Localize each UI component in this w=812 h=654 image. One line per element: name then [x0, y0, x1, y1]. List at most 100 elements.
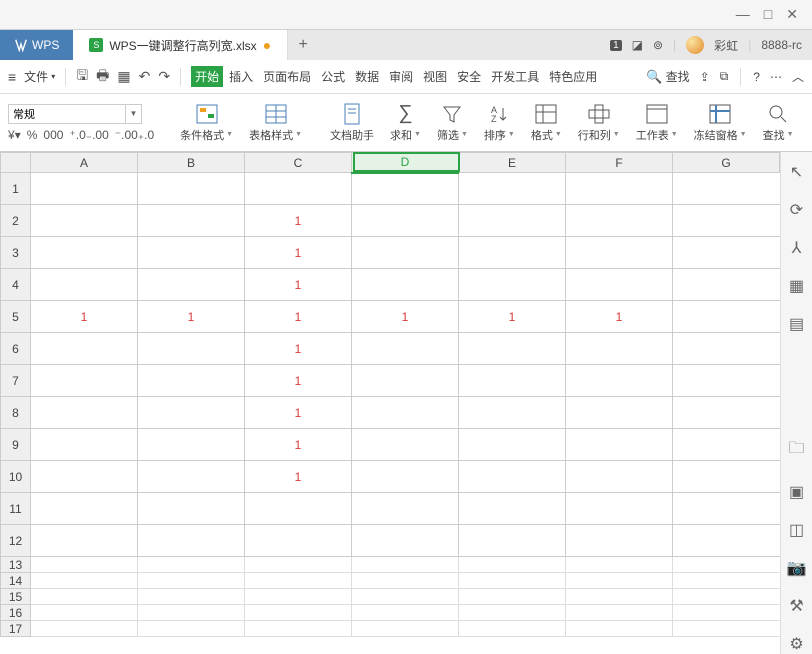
- clipboard-icon[interactable]: ◫: [789, 520, 804, 540]
- cell-F10[interactable]: [566, 461, 673, 493]
- cell-D15[interactable]: [352, 589, 459, 605]
- save-icon[interactable]: 🖫: [76, 65, 88, 89]
- cell-B4[interactable]: [138, 269, 245, 301]
- share-icon[interactable]: ⇪: [700, 70, 710, 84]
- cell-F15[interactable]: [566, 589, 673, 605]
- settings2-icon[interactable]: ⚙: [789, 634, 803, 654]
- settings-icon[interactable]: ⧉: [720, 69, 729, 84]
- cell-F11[interactable]: [566, 493, 673, 525]
- cell-B10[interactable]: [138, 461, 245, 493]
- cell-D13[interactable]: [352, 557, 459, 573]
- col-header-E[interactable]: E: [459, 153, 566, 173]
- cell-C1[interactable]: [245, 173, 352, 205]
- cell-F12[interactable]: [566, 525, 673, 557]
- cell-F13[interactable]: [566, 557, 673, 573]
- tab-security[interactable]: 安全: [453, 66, 485, 87]
- increase-decimal-button[interactable]: ⁺.0₋.00: [69, 128, 108, 142]
- cell-G17[interactable]: [673, 621, 780, 637]
- cell-A2[interactable]: [31, 205, 138, 237]
- cell-A13[interactable]: [31, 557, 138, 573]
- chevron-down-icon[interactable]: ▼: [126, 104, 142, 124]
- cell-G16[interactable]: [673, 605, 780, 621]
- cell-E9[interactable]: [459, 429, 566, 461]
- cell-F1[interactable]: [566, 173, 673, 205]
- col-header-A[interactable]: A: [31, 153, 138, 173]
- more-icon[interactable]: ⋯: [770, 70, 782, 84]
- tab-features[interactable]: 特色应用: [545, 66, 601, 87]
- cell-B17[interactable]: [138, 621, 245, 637]
- cell-A6[interactable]: [31, 333, 138, 365]
- cell-A4[interactable]: [31, 269, 138, 301]
- currency-button[interactable]: ¥▾: [8, 128, 21, 142]
- maximize-button[interactable]: □: [764, 6, 772, 23]
- cell-C3[interactable]: 1: [245, 237, 352, 269]
- tab-review[interactable]: 审阅: [385, 66, 417, 87]
- cell-D12[interactable]: [352, 525, 459, 557]
- table-style-button[interactable]: 表格样式▼: [247, 103, 304, 143]
- percent-button[interactable]: %: [27, 128, 38, 142]
- find-button[interactable]: 查找▼: [761, 103, 796, 143]
- avatar[interactable]: [686, 36, 704, 54]
- cell-G2[interactable]: [673, 205, 780, 237]
- new-tab-button[interactable]: +: [288, 30, 318, 60]
- cell-E13[interactable]: [459, 557, 566, 573]
- cell-G8[interactable]: [673, 397, 780, 429]
- cell-B3[interactable]: [138, 237, 245, 269]
- close-button[interactable]: ✕: [786, 6, 798, 23]
- tab-view[interactable]: 视图: [419, 66, 451, 87]
- cell-A5[interactable]: 1: [31, 301, 138, 333]
- cell-E4[interactable]: [459, 269, 566, 301]
- cell-E11[interactable]: [459, 493, 566, 525]
- cell-A12[interactable]: [31, 525, 138, 557]
- cell-D2[interactable]: [352, 205, 459, 237]
- cell-D8[interactable]: [352, 397, 459, 429]
- wps-home-tab[interactable]: WPS: [0, 30, 73, 60]
- cell-G10[interactable]: [673, 461, 780, 493]
- cell-F3[interactable]: [566, 237, 673, 269]
- cell-A14[interactable]: [31, 573, 138, 589]
- cell-C11[interactable]: [245, 493, 352, 525]
- cell-E14[interactable]: [459, 573, 566, 589]
- cell-E16[interactable]: [459, 605, 566, 621]
- row-header-3[interactable]: 3: [1, 237, 31, 269]
- cell-F7[interactable]: [566, 365, 673, 397]
- cell-B7[interactable]: [138, 365, 245, 397]
- print-icon[interactable]: 🖶: [96, 65, 109, 89]
- cell-B12[interactable]: [138, 525, 245, 557]
- cell-C17[interactable]: [245, 621, 352, 637]
- preview-icon[interactable]: ▦: [117, 68, 130, 85]
- file-menu[interactable]: 文件▾: [24, 68, 55, 85]
- tab-insert[interactable]: 插入: [225, 66, 257, 87]
- minimize-button[interactable]: —: [736, 6, 750, 23]
- cell-F16[interactable]: [566, 605, 673, 621]
- symbol-button[interactable]: ★ 符号: [808, 103, 812, 143]
- cell-D10[interactable]: [352, 461, 459, 493]
- cell-B16[interactable]: [138, 605, 245, 621]
- help-button[interactable]: ?: [753, 70, 760, 84]
- cell-A11[interactable]: [31, 493, 138, 525]
- worksheet-button[interactable]: 工作表▼: [634, 103, 680, 143]
- row-header-17[interactable]: 17: [1, 621, 31, 637]
- cell-D6[interactable]: [352, 333, 459, 365]
- number-format-selector[interactable]: ▼: [8, 104, 154, 124]
- cell-G4[interactable]: [673, 269, 780, 301]
- cloud-icon[interactable]: ⊚: [653, 38, 663, 52]
- cell-G1[interactable]: [673, 173, 780, 205]
- cell-E6[interactable]: [459, 333, 566, 365]
- cell-G12[interactable]: [673, 525, 780, 557]
- cell-G14[interactable]: [673, 573, 780, 589]
- cell-B9[interactable]: [138, 429, 245, 461]
- cell-A3[interactable]: [31, 237, 138, 269]
- cell-D5[interactable]: 1: [352, 301, 459, 333]
- cell-B15[interactable]: [138, 589, 245, 605]
- cell-B8[interactable]: [138, 397, 245, 429]
- cell-G11[interactable]: [673, 493, 780, 525]
- tab-page-layout[interactable]: 页面布局: [259, 66, 315, 87]
- cell-C14[interactable]: [245, 573, 352, 589]
- cell-D9[interactable]: [352, 429, 459, 461]
- gallery-icon[interactable]: ▣: [789, 482, 804, 502]
- collapse-ribbon-icon[interactable]: ︿: [792, 68, 804, 85]
- redo-icon[interactable]: ↷: [158, 68, 170, 85]
- cell-G15[interactable]: [673, 589, 780, 605]
- cell-A8[interactable]: [31, 397, 138, 429]
